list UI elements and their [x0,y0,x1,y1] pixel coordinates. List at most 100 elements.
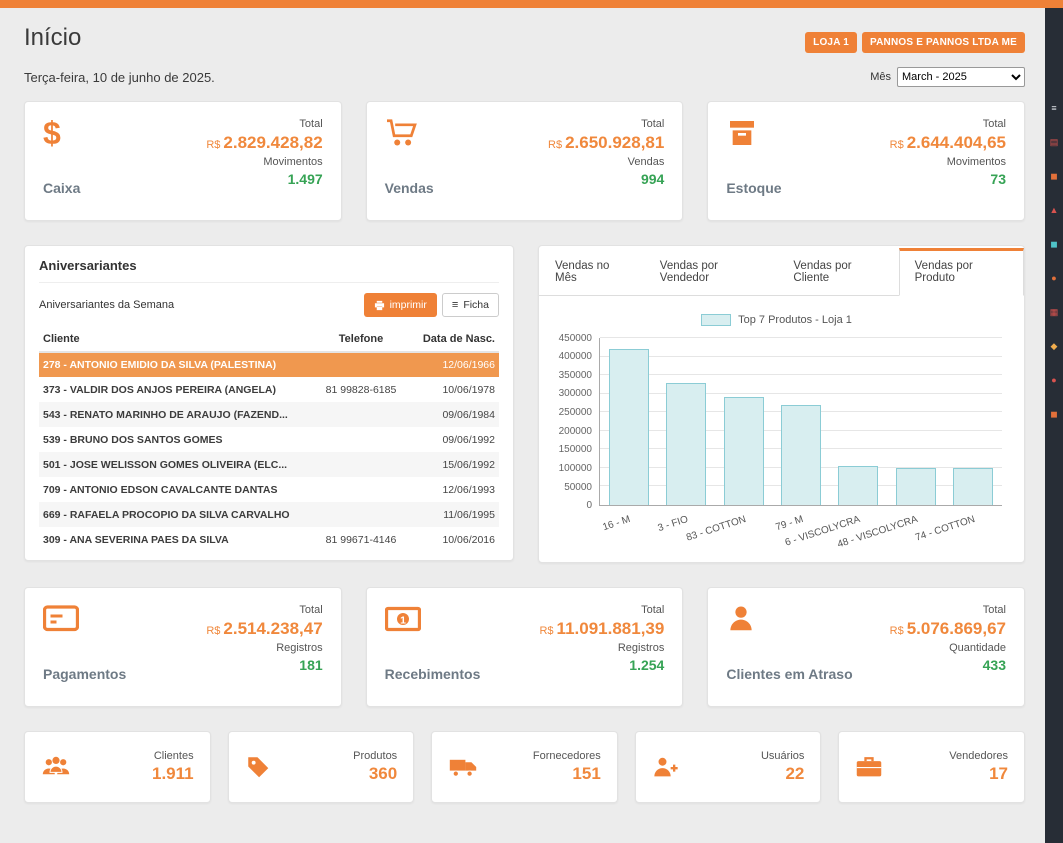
dollar-icon: $ [43,118,80,148]
archive-box-icon [726,118,781,148]
aniversariantes-title: Aniversariantes [39,258,499,283]
rail-icon[interactable]: ◼ [1050,410,1057,419]
table-row[interactable]: 501 - JOSE WELISSON GOMES OLIVEIRA (ELC.… [39,452,499,477]
clientes-atraso-card: Clientes em Atraso Total R$5.076.869,67 … [707,587,1025,707]
cart-icon [385,118,434,148]
company-badge[interactable]: PANNOS E PANNOS LTDA ME [862,32,1025,53]
list-icon: ≡ [452,299,458,311]
estoque-card: Estoque Total R$2.644.404,65 Movimentos … [707,101,1025,221]
fornecedores-label: Fornecedores [533,750,601,762]
bar-79 - M [781,405,821,505]
aniversariantes-panel: Aniversariantes Aniversariantes da Seman… [24,245,514,561]
tab-vendas-por-cliente[interactable]: Vendas por Cliente [777,248,898,296]
total-label: Total [548,118,664,130]
rail-icon[interactable]: ▦ [1050,308,1059,317]
rail-icon[interactable]: ● [1051,274,1056,283]
ficha-button[interactable]: ≡ Ficha [442,293,499,317]
clientes-atraso-total-value: R$5.076.869,67 [890,619,1006,639]
caixa-total-value: R$2.829.428,82 [206,133,322,153]
briefcase-icon [855,755,883,779]
main-content: Início LOJA 1 PANNOS E PANNOS LTDA ME Te… [0,8,1045,843]
printer-icon [374,300,385,311]
caixa-card: $ Caixa Total R$2.829.428,82 Movimentos … [24,101,342,221]
x-tick-label: 3 - FIO [657,514,690,534]
counters-row: Clientes 1.911 Produtos 360 [24,731,1025,803]
rail-icon[interactable]: ≡ [1051,104,1056,113]
fornecedores-counter-card: Fornecedores 151 [431,731,618,803]
estoque-count-value: 73 [890,171,1006,187]
count-label: Movimentos [890,156,1006,168]
produtos-label: Produtos [353,750,397,762]
total-label: Total [206,604,322,616]
recebimentos-title: Recebimentos [385,666,481,690]
pagamentos-card: Pagamentos Total R$2.514.238,47 Registro… [24,587,342,707]
produtos-counter-card: Produtos 360 [228,731,415,803]
tab-vendas-no-mes[interactable]: Vendas no Mês [539,248,644,296]
chart-bars [600,338,1002,505]
page-header: Início LOJA 1 PANNOS E PANNOS LTDA ME [24,24,1025,53]
x-tick-label: 16 - M [602,514,632,533]
vendedores-counter-card: Vendedores 17 [838,731,1025,803]
month-select[interactable]: March - 2025 [897,67,1025,87]
recebimentos-total-value: R$11.091.881,39 [539,619,664,639]
clientes-label: Clientes [152,750,194,762]
estoque-total-value: R$2.644.404,65 [890,133,1006,153]
aniversariantes-subtitle: Aniversariantes da Semana [39,299,174,311]
table-row[interactable]: 373 - VALDIR DOS ANJOS PEREIRA (ANGELA)8… [39,377,499,402]
table-row[interactable]: 709 - ANTONIO EDSON CAVALCANTE DANTAS12/… [39,477,499,502]
person-icon [726,604,852,634]
date-row: Terça-feira, 10 de junho de 2025. Mês Ma… [24,67,1025,87]
column-header-telefone: Telefone [306,327,416,352]
month-filter-label: Mês [870,71,891,83]
current-date: Terça-feira, 10 de junho de 2025. [24,70,215,85]
print-button[interactable]: imprimir [364,293,437,317]
rail-icon[interactable]: ▤ [1050,138,1059,147]
clientes-value: 1.911 [152,764,194,784]
table-row[interactable]: 539 - BRUNO DOS SANTOS GOMES09/06/1992 [39,427,499,452]
svg-text:1: 1 [400,615,406,627]
estoque-title: Estoque [726,180,781,204]
total-label: Total [890,604,1006,616]
count-label: Movimentos [206,156,322,168]
truck-icon [448,755,478,779]
rail-icon[interactable]: ◼ [1050,240,1057,249]
caixa-title: Caixa [43,180,80,204]
table-row[interactable]: 543 - RENATO MARINHO DE ARAUJO (FAZEND..… [39,402,499,427]
tab-vendas-por-vendedor[interactable]: Vendas por Vendedor [644,248,778,296]
table-row[interactable]: 309 - ANA SEVERINA PAES DA SILVA81 99671… [39,527,499,552]
page-title: Início [24,24,81,52]
tab-vendas-por-produto[interactable]: Vendas por Produto [899,248,1024,296]
usuarios-value: 22 [761,764,804,784]
rail-icon[interactable]: ◼ [1050,172,1057,181]
recebimentos-card: 1 Recebimentos Total R$11.091.881,39 Reg… [366,587,684,707]
right-rail-icons[interactable]: ≡ ▤ ◼ ▲ ◼ ● ▦ ◆ ● ◼ [1045,8,1063,843]
store-badge[interactable]: LOJA 1 [805,32,857,53]
rail-icon[interactable]: ▲ [1050,206,1059,215]
table-row[interactable]: 278 - ANTONIO EMIDIO DA SILVA (PALESTINA… [39,352,499,377]
column-header-data: Data de Nasc. [416,327,499,352]
table-row[interactable]: 669 - RAFAELA PROCOPIO DA SILVA CARVALHO… [39,502,499,527]
count-label: Vendas [548,156,664,168]
top-accent-bar [0,0,1063,8]
payment-card-icon [43,604,126,634]
top-stats-row: $ Caixa Total R$2.829.428,82 Movimentos … [24,101,1025,221]
count-label: Registros [539,642,664,654]
birthdays-table: Cliente Telefone Data de Nasc. 278 - ANT… [39,327,499,552]
bar-83 - COTTON [724,397,764,505]
count-label: Registros [206,642,322,654]
count-label: Quantidade [890,642,1006,654]
chart-x-labels: 16 - M3 - FIO83 - COTTON79 - M6 - VISCOL… [600,506,1002,546]
usuarios-counter-card: Usuários 22 [635,731,822,803]
x-tick-label: 79 - M [774,514,804,533]
rail-icon[interactable]: ◆ [1051,342,1058,351]
total-label: Total [206,118,322,130]
user-plus-icon [652,755,680,779]
rail-icon[interactable]: ● [1051,376,1056,385]
clientes-counter-card: Clientes 1.911 [24,731,211,803]
total-label: Total [890,118,1006,130]
bottom-stats-row: Pagamentos Total R$2.514.238,47 Registro… [24,587,1025,707]
chart-legend: Top 7 Produtos - Loja 1 [551,314,1002,326]
bar-16 - M [609,349,649,505]
vendas-count-value: 994 [548,171,664,187]
clientes-atraso-title: Clientes em Atraso [726,666,852,690]
